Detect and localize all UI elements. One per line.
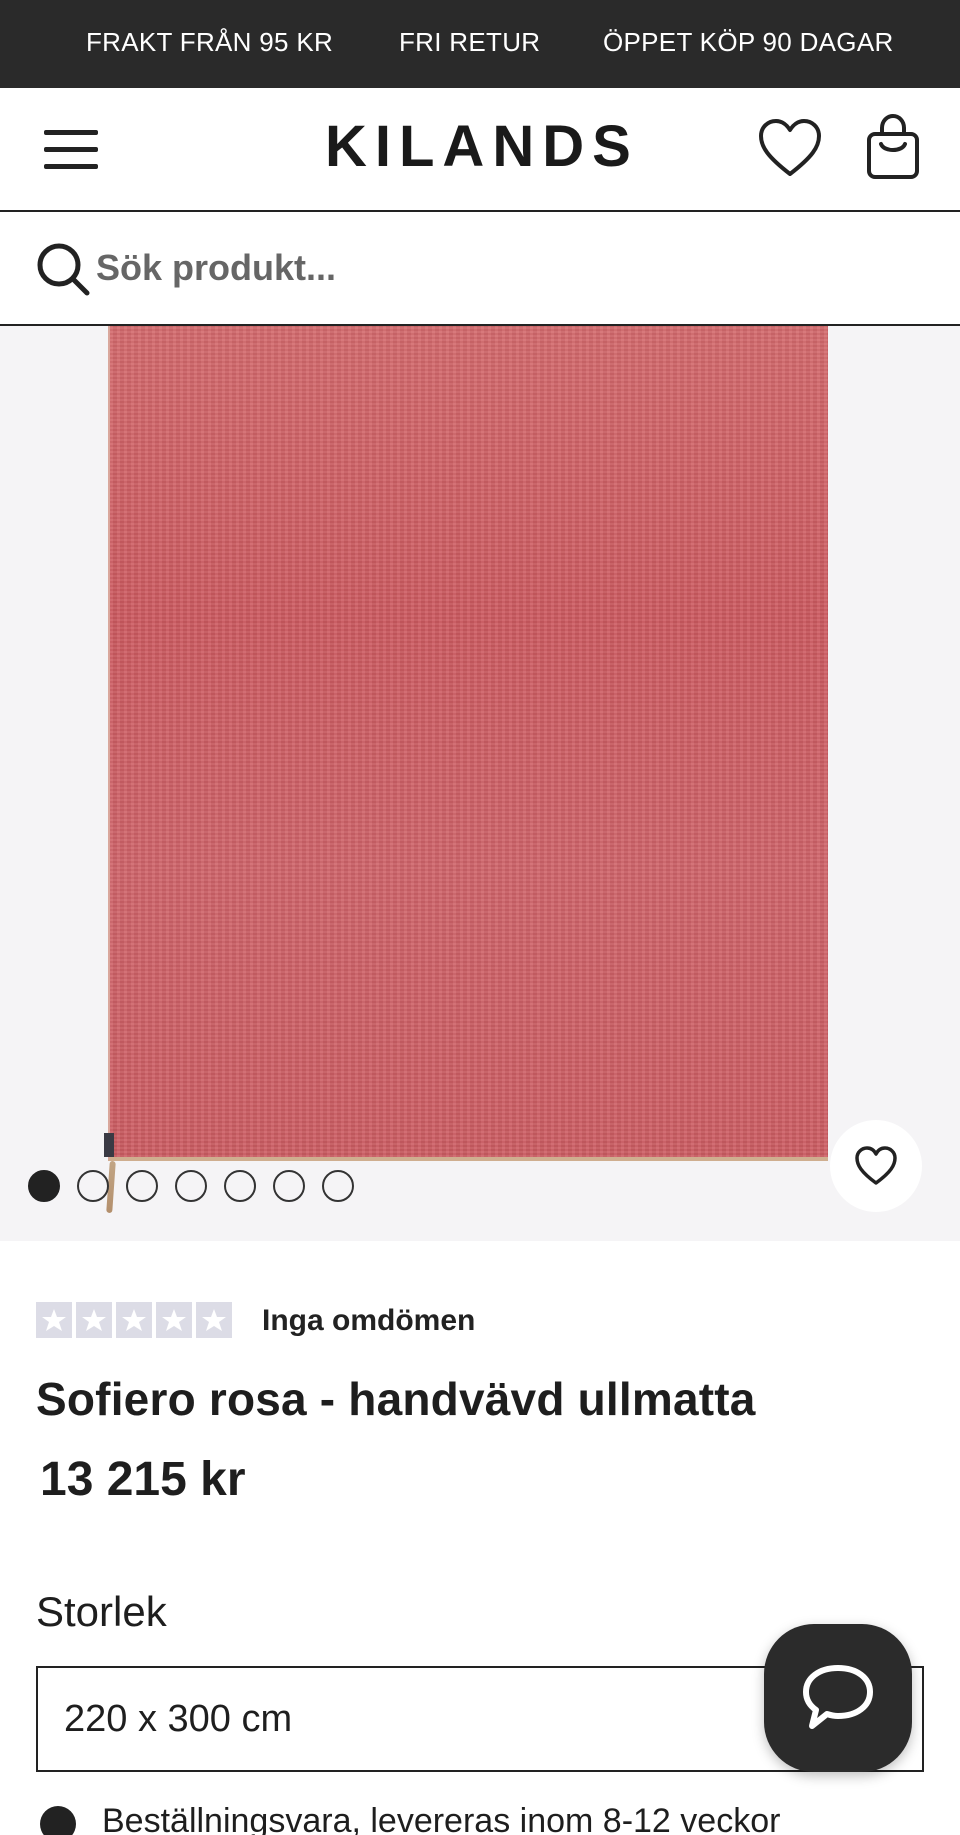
- gallery-dot-2[interactable]: [77, 1170, 109, 1202]
- product-reviews[interactable]: Inga omdömen: [36, 1302, 636, 1342]
- gallery-dot-1[interactable]: [28, 1170, 60, 1202]
- star-icon: [76, 1302, 112, 1338]
- search-icon[interactable]: [36, 242, 90, 296]
- size-label: Storlek: [36, 1588, 167, 1635]
- stock-indicator-dot: [40, 1806, 76, 1835]
- promo-open-purchase: ÖPPET KÖP 90 DAGAR: [603, 27, 894, 57]
- promo-free-returns: FRI RETUR: [399, 27, 541, 57]
- product-price: 13 215 kr: [40, 1453, 246, 1506]
- gallery-dot-3[interactable]: [126, 1170, 158, 1202]
- star-icon: [196, 1302, 232, 1338]
- heart-icon: [855, 1146, 897, 1185]
- product-page: FRAKT FRÅN 95 KR FRI RETUR ÖPPET KÖP 90 …: [0, 0, 960, 1835]
- gallery-dot-5[interactable]: [224, 1170, 256, 1202]
- star-icon: [116, 1302, 152, 1338]
- promo-shipping: FRAKT FRÅN 95 KR: [86, 27, 334, 57]
- gallery-dot-7[interactable]: [322, 1170, 354, 1202]
- site-header: KILANDS: [0, 88, 960, 212]
- product-title: Sofiero rosa - handvävd ullmatta: [36, 1373, 756, 1425]
- site-logo[interactable]: KILANDS: [325, 114, 645, 180]
- chat-button[interactable]: [764, 1624, 912, 1772]
- search-bar: [0, 212, 960, 326]
- star-rating: [36, 1302, 232, 1338]
- size-selected-value: 220 x 300 cm: [64, 1698, 293, 1740]
- search-input[interactable]: [96, 240, 896, 296]
- stock-status: Beställningsvara, levereras inom 8-12 ve…: [40, 1802, 920, 1835]
- stock-status-text: Beställningsvara, levereras inom 8-12 ve…: [102, 1802, 781, 1835]
- star-icon: [156, 1302, 192, 1338]
- add-to-wishlist-button[interactable]: [830, 1120, 922, 1212]
- hamburger-menu-icon[interactable]: [44, 128, 98, 172]
- chat-bubble-icon: [803, 1665, 873, 1729]
- promo-bar: FRAKT FRÅN 95 KR FRI RETUR ÖPPET KÖP 90 …: [0, 0, 960, 88]
- heart-icon[interactable]: [758, 119, 822, 179]
- gallery-dot-4[interactable]: [175, 1170, 207, 1202]
- product-image-gallery[interactable]: [0, 326, 960, 1241]
- reviews-label[interactable]: Inga omdömen: [262, 1304, 475, 1338]
- rug-tag: [104, 1133, 114, 1157]
- shopping-bag-icon[interactable]: [866, 113, 920, 180]
- gallery-dot-6[interactable]: [273, 1170, 305, 1202]
- star-icon: [36, 1302, 72, 1338]
- product-image: [108, 326, 828, 1161]
